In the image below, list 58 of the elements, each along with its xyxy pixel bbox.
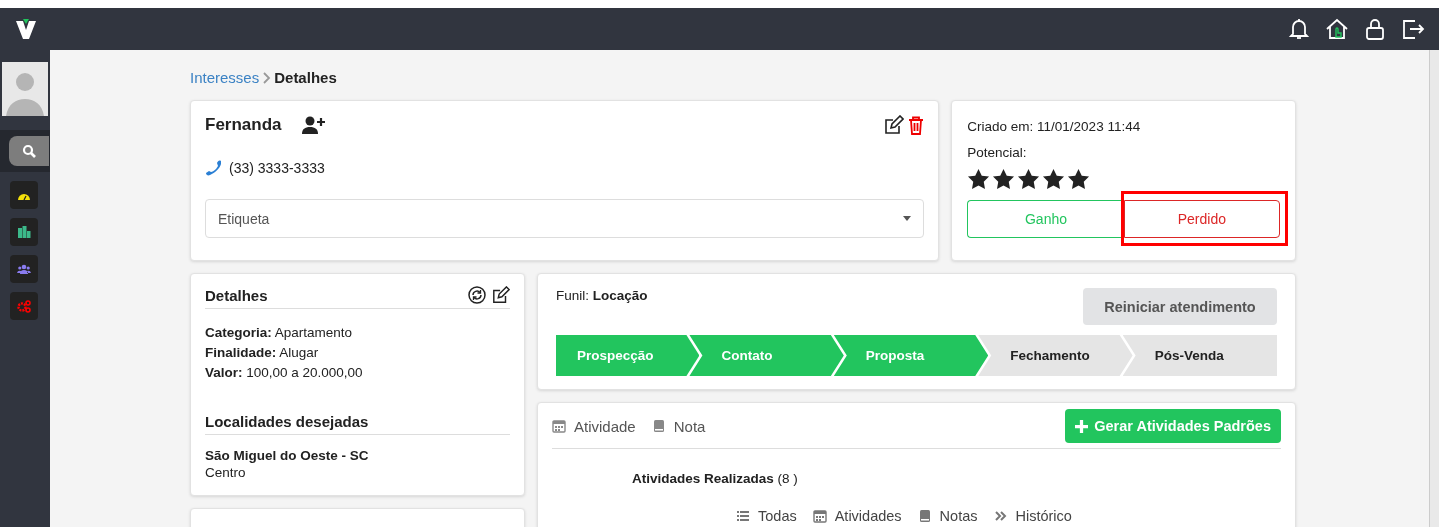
logo-icon[interactable] xyxy=(14,17,38,41)
filter-tab[interactable]: Histórico xyxy=(993,508,1072,524)
detail-field: Finalidade: Alugar xyxy=(205,343,510,363)
section-title: Localidades desejadas xyxy=(205,413,369,430)
bell-icon[interactable] xyxy=(1287,17,1311,41)
activity-tab[interactable]: Nota xyxy=(651,417,706,435)
sidebar-item[interactable] xyxy=(9,136,49,166)
detail-field: Valor: 100,00 a 20.000,00 xyxy=(205,363,510,383)
location-city: São Miguel do Oeste - SC xyxy=(205,447,370,464)
funnel-name: Funil: Locação xyxy=(556,288,648,303)
activity-tab[interactable]: Atividade xyxy=(552,417,636,435)
add-user-icon[interactable] xyxy=(301,116,326,134)
refresh-icon[interactable] xyxy=(468,286,486,304)
potential-label: Potencial: xyxy=(967,145,1028,160)
lost-button[interactable]: Perdido xyxy=(1123,200,1280,238)
home-icon[interactable] xyxy=(1325,17,1349,41)
search-icon xyxy=(22,144,36,158)
contact-name: Fernanda xyxy=(205,115,282,135)
phone-icon xyxy=(205,159,223,177)
breadcrumb-link[interactable]: Interesses xyxy=(190,69,260,86)
star-icon[interactable] xyxy=(992,168,1016,190)
created-date: Criado em: 11/01/2023 11:44 xyxy=(967,119,1142,134)
sidebar-item[interactable] xyxy=(10,181,38,209)
note-icon xyxy=(651,419,666,433)
filter-tab[interactable]: Todas xyxy=(736,508,797,524)
star-icon[interactable] xyxy=(1042,168,1066,190)
sidebar-item[interactable] xyxy=(10,218,38,246)
tag-select[interactable]: Etiqueta xyxy=(205,199,925,238)
scrollbar[interactable] xyxy=(1429,50,1439,527)
pipeline-stage[interactable]: Pós-Venda xyxy=(1122,335,1278,376)
trash-icon[interactable] xyxy=(908,115,925,135)
calendar-icon xyxy=(812,509,827,523)
edit-icon[interactable] xyxy=(884,115,905,135)
section-title: Detalhes xyxy=(205,286,268,304)
list-icon xyxy=(736,509,750,523)
activities-summary: Atividades Realizadas (8 ) xyxy=(632,471,799,486)
calendar-icon xyxy=(552,419,566,433)
star-icon[interactable] xyxy=(1067,168,1091,190)
edit-icon[interactable] xyxy=(492,286,510,304)
restart-button[interactable]: Reiniciar atendimento xyxy=(1083,288,1277,325)
star-icon[interactable] xyxy=(1017,168,1041,190)
pipeline-stage[interactable]: Fechamento xyxy=(978,335,1133,376)
chevron-icon xyxy=(262,71,272,84)
users-icon xyxy=(17,262,31,276)
gears-icon xyxy=(17,299,31,313)
plus-icon xyxy=(1075,419,1089,433)
location-district: Centro xyxy=(205,464,247,481)
note-icon xyxy=(917,509,932,523)
phone-number: (33) 3333-3333 xyxy=(229,160,325,176)
history-icon xyxy=(993,509,1008,523)
logout-icon[interactable] xyxy=(1401,17,1425,41)
lock-icon[interactable] xyxy=(1363,17,1387,41)
buildings-icon xyxy=(17,225,31,239)
filter-tab[interactable]: Notas xyxy=(917,508,978,524)
filter-tab[interactable]: Atividades xyxy=(812,508,902,524)
detail-field: Categoria: Apartamento xyxy=(205,323,510,343)
breadcrumb-current: Detalhes xyxy=(274,69,337,86)
star-icon[interactable] xyxy=(967,168,991,190)
